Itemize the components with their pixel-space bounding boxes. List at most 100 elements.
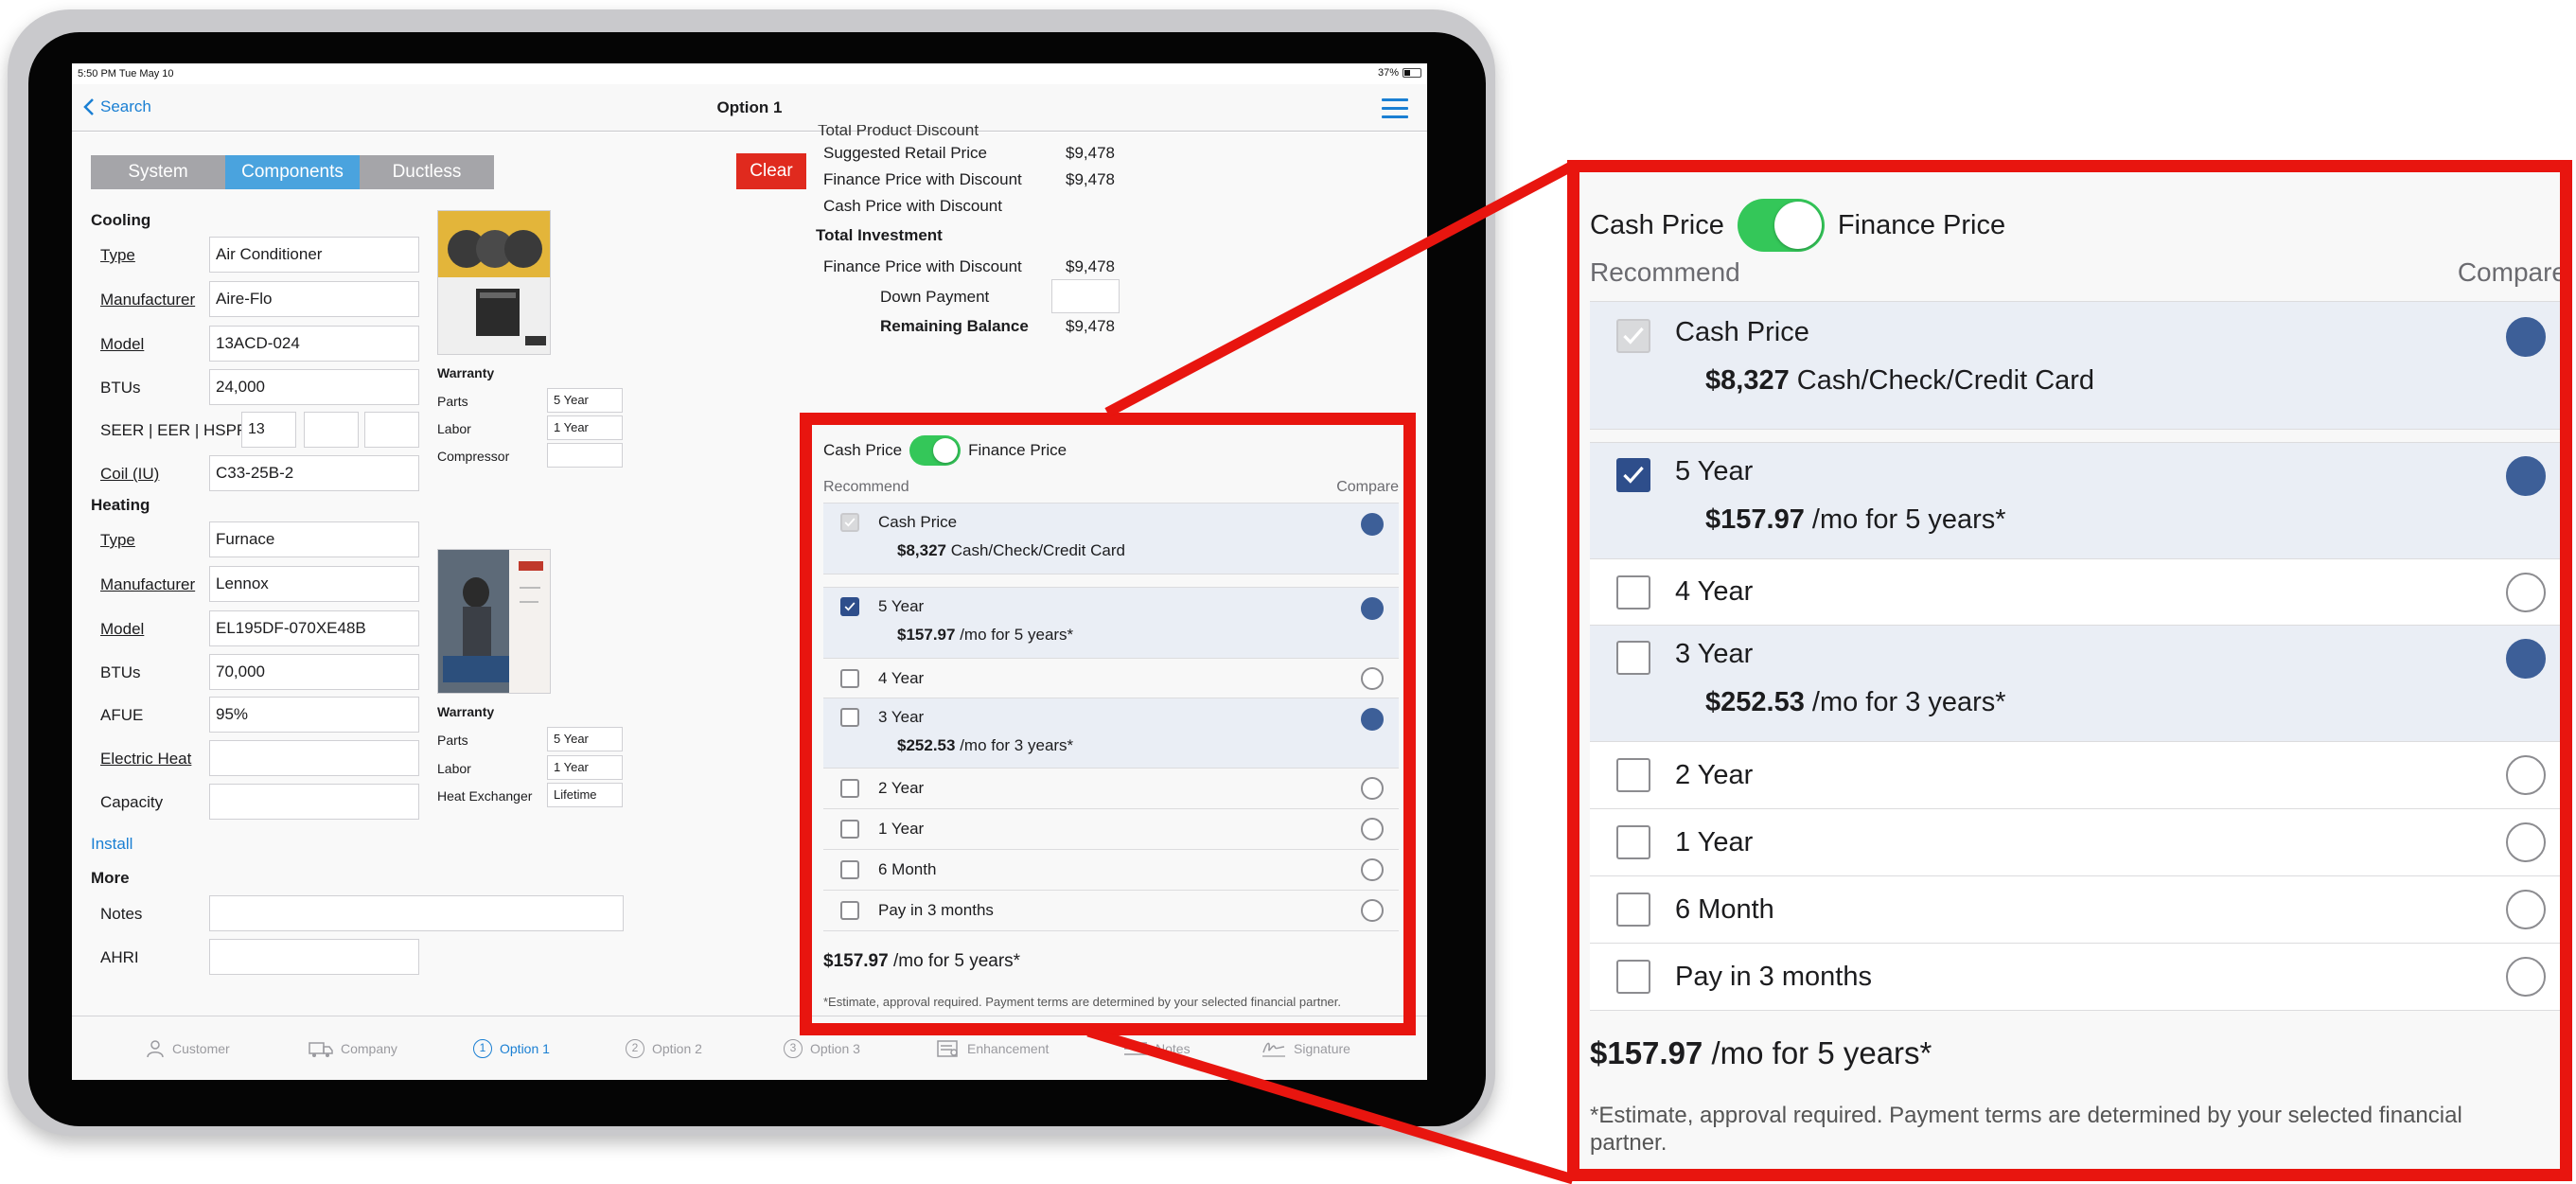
small-1-year-compare-radio[interactable]: [1361, 818, 1384, 840]
small-option-3-year[interactable]: 3 Year $252.53 /mo for 3 years*: [823, 698, 1399, 769]
cooling-type-label[interactable]: Type: [100, 246, 135, 265]
air-conditioner-image[interactable]: [437, 210, 551, 355]
heating-btus-field[interactable]: 70,000: [209, 654, 419, 690]
tab-notes[interactable]: Notes: [1123, 1039, 1191, 1058]
eer-field[interactable]: [304, 412, 359, 448]
zoom-3-months-checkbox[interactable]: [1616, 960, 1650, 994]
suggested-retail-value: $9,478: [1066, 144, 1115, 162]
electric-heat-label[interactable]: Electric Heat: [100, 750, 191, 769]
heating-model-label[interactable]: Model: [100, 620, 144, 639]
segment-ductless[interactable]: Ductless: [360, 155, 494, 189]
coil-label[interactable]: Coil (IU): [100, 465, 159, 484]
cooling-warranty-labor-field[interactable]: 1 Year: [547, 415, 623, 440]
zoom-6-month-compare-radio[interactable]: [2506, 890, 2546, 929]
small-option-2-year[interactable]: 2 Year: [823, 769, 1399, 809]
small-6-month-compare-radio[interactable]: [1361, 858, 1384, 881]
zoom-2-year-checkbox[interactable]: [1616, 758, 1650, 792]
zoom-option-cash[interactable]: Cash Price $8,327 Cash/Check/Credit Card: [1590, 301, 2567, 430]
small-option-5-year[interactable]: 5 Year $157.97 /mo for 5 years*: [823, 587, 1399, 659]
seer-field[interactable]: 13: [241, 412, 296, 448]
zoom-5-year-checkbox[interactable]: [1616, 458, 1650, 492]
small-option-3-months[interactable]: Pay in 3 months: [823, 891, 1399, 931]
cooling-btus-field[interactable]: 24,000: [209, 369, 419, 405]
zoom-3-year-compare-radio[interactable]: [2506, 639, 2546, 679]
zoom-4-year-checkbox[interactable]: [1616, 574, 1650, 610]
hspf-field[interactable]: [364, 412, 419, 448]
ahri-field[interactable]: [209, 939, 419, 975]
segment-components[interactable]: Components: [225, 155, 360, 189]
electric-heat-field[interactable]: [209, 740, 419, 776]
zoom-option-3-year[interactable]: 3 Year $252.53 /mo for 3 years*: [1590, 626, 2567, 742]
afue-field[interactable]: 95%: [209, 697, 419, 733]
small-6-month-checkbox[interactable]: [840, 860, 859, 879]
small-1-year-checkbox[interactable]: [840, 820, 859, 839]
down-payment-field[interactable]: [1051, 279, 1120, 313]
cooling-model-label[interactable]: Model: [100, 335, 144, 354]
zoom-cash-compare-radio[interactable]: [2506, 317, 2546, 357]
zoom-1-year-checkbox[interactable]: [1616, 825, 1650, 859]
zoom-option-6-month[interactable]: 6 Month: [1590, 876, 2567, 944]
tab-signature[interactable]: Signature: [1262, 1039, 1350, 1058]
capacity-field[interactable]: [209, 784, 419, 820]
zoom-cash-checkbox[interactable]: [1616, 319, 1650, 353]
heating-type-label[interactable]: Type: [100, 531, 135, 550]
cooling-manufacturer-field[interactable]: Aire-Flo: [209, 281, 419, 317]
zoom-1-year-compare-radio[interactable]: [2506, 822, 2546, 862]
small-4-year-checkbox[interactable]: [840, 668, 859, 688]
tab-customer[interactable]: Customer: [146, 1039, 230, 1058]
cooling-type-field[interactable]: Air Conditioner: [209, 237, 419, 273]
small-option-1-year[interactable]: 1 Year: [823, 809, 1399, 850]
heating-warranty-parts-field[interactable]: 5 Year: [547, 727, 623, 751]
cooling-model-field[interactable]: 13ACD-024: [209, 326, 419, 362]
furnace-image[interactable]: [437, 549, 551, 694]
small-2-year-compare-radio[interactable]: [1361, 777, 1384, 800]
tab-company[interactable]: Company: [309, 1039, 397, 1058]
cooling-warranty-parts-field[interactable]: 5 Year: [547, 388, 623, 413]
tab-option-1[interactable]: 1 Option 1: [473, 1039, 550, 1058]
zoom-option-1-year[interactable]: 1 Year: [1590, 809, 2567, 876]
small-3-year-compare-radio[interactable]: [1361, 708, 1384, 731]
cooling-warranty-compressor-field[interactable]: [547, 443, 623, 468]
heating-model-field[interactable]: EL195DF-070XE48B: [209, 610, 419, 646]
tab-enhancement[interactable]: Enhancement: [937, 1039, 1049, 1058]
small-5-year-compare-radio[interactable]: [1361, 597, 1384, 620]
notes-field[interactable]: [209, 895, 624, 931]
small-3-year-checkbox[interactable]: [840, 708, 859, 727]
small-option-6-month[interactable]: 6 Month: [823, 850, 1399, 891]
tab-option-3[interactable]: 3 Option 3: [784, 1039, 860, 1058]
install-link[interactable]: Install: [91, 835, 132, 854]
small-4-year-compare-radio[interactable]: [1361, 666, 1384, 690]
zoom-2-year-compare-radio[interactable]: [2506, 755, 2546, 795]
small-price-toggle[interactable]: [909, 435, 962, 466]
zoom-3-year-checkbox[interactable]: [1616, 641, 1650, 675]
heating-warranty-labor-field[interactable]: 1 Year: [547, 755, 623, 780]
coil-field[interactable]: C33-25B-2: [209, 455, 419, 491]
zoom-option-5-year[interactable]: 5 Year $157.97 /mo for 5 years*: [1590, 442, 2567, 559]
zoom-4-year-compare-radio[interactable]: [2506, 572, 2546, 612]
menu-icon[interactable]: [1382, 98, 1408, 119]
tab-option-2[interactable]: 2 Option 2: [626, 1039, 702, 1058]
zoom-price-toggle[interactable]: [1737, 199, 1825, 252]
zoom-option-4-year[interactable]: 4 Year: [1590, 559, 2567, 626]
small-cash-compare-radio[interactable]: [1361, 513, 1384, 536]
small-2-year-checkbox[interactable]: [840, 779, 859, 798]
small-option-4-year[interactable]: 4 Year: [823, 659, 1399, 698]
small-3-months-checkbox[interactable]: [840, 901, 859, 920]
heat-exchanger-field[interactable]: Lifetime: [547, 783, 623, 807]
segment-system[interactable]: System: [91, 155, 225, 189]
zoom-5-year-compare-radio[interactable]: [2506, 456, 2546, 496]
heating-manufacturer-label[interactable]: Manufacturer: [100, 575, 195, 594]
zoom-option-2-year[interactable]: 2 Year: [1590, 742, 2567, 809]
heating-manufacturer-field[interactable]: Lennox: [209, 566, 419, 602]
cooling-manufacturer-label[interactable]: Manufacturer: [100, 291, 195, 309]
zoom-option-3-months[interactable]: Pay in 3 months: [1590, 944, 2567, 1011]
zoom-6-month-checkbox[interactable]: [1616, 892, 1650, 927]
small-3-months-compare-radio[interactable]: [1361, 899, 1384, 922]
small-5-year-checkbox[interactable]: [840, 597, 859, 616]
heating-type-field[interactable]: Furnace: [209, 521, 419, 557]
tab-option-3-label: Option 3: [810, 1041, 860, 1056]
clear-button[interactable]: Clear: [736, 153, 806, 189]
zoom-3-months-compare-radio[interactable]: [2506, 957, 2546, 997]
small-cash-checkbox[interactable]: [840, 513, 859, 532]
small-option-cash[interactable]: Cash Price $8,327 Cash/Check/Credit Card: [823, 503, 1399, 574]
